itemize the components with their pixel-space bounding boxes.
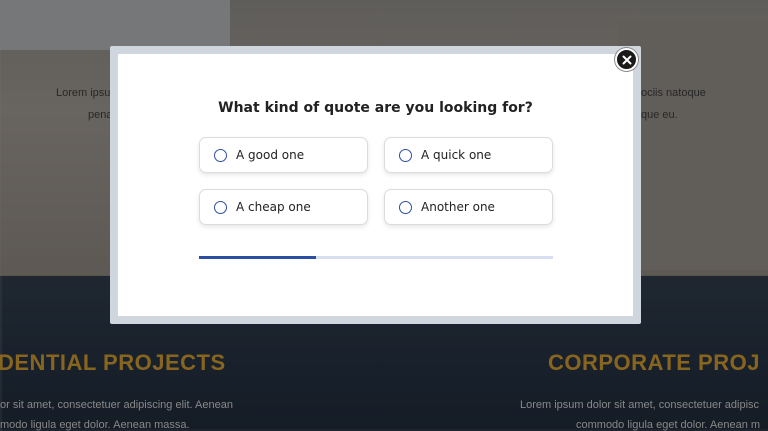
option-label: A quick one xyxy=(421,148,492,162)
progress-bar xyxy=(199,256,553,259)
option-cheap-one[interactable]: A cheap one xyxy=(199,189,368,225)
option-label: A good one xyxy=(236,148,305,162)
radio-icon[interactable] xyxy=(214,200,227,214)
radio-icon[interactable] xyxy=(214,148,227,162)
quote-modal xyxy=(118,54,633,316)
radio-icon[interactable] xyxy=(399,148,412,162)
close-button[interactable] xyxy=(615,48,638,71)
option-label: A cheap one xyxy=(236,200,311,214)
close-icon xyxy=(622,55,631,64)
option-label: Another one xyxy=(421,200,495,214)
option-quick-one[interactable]: A quick one xyxy=(384,137,553,173)
option-another-one[interactable]: Another one xyxy=(384,189,553,225)
option-good-one[interactable]: A good one xyxy=(199,137,368,173)
quote-question: What kind of quote are you looking for? xyxy=(218,100,533,116)
progress-bar-fill xyxy=(199,256,316,259)
radio-icon[interactable] xyxy=(399,200,412,214)
